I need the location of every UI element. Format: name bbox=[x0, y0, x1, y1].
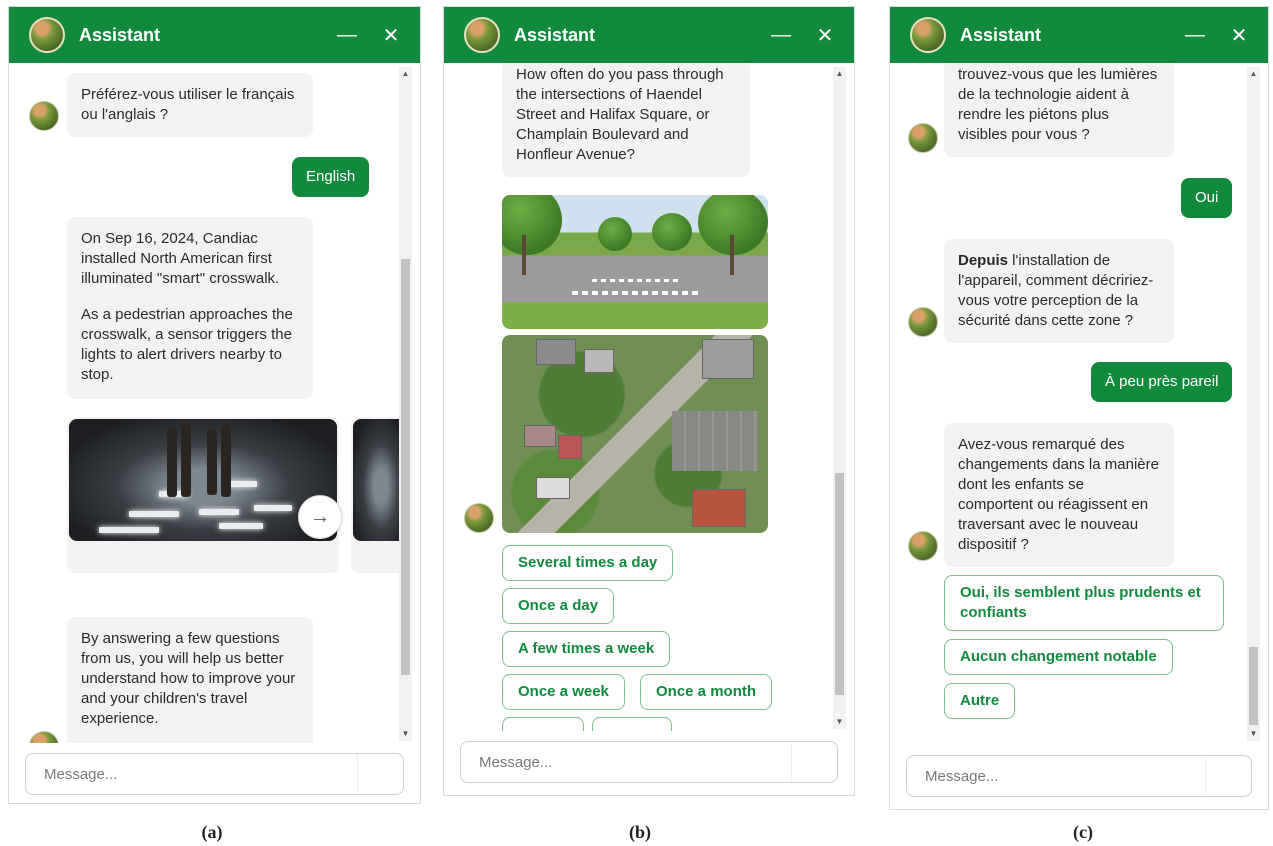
chat-body[interactable]: How often do you pass through the inters… bbox=[444, 63, 854, 731]
quick-reply-button[interactable]: Once a day bbox=[502, 588, 615, 624]
quick-reply-button[interactable]: Autre bbox=[944, 683, 1016, 719]
assistant-avatar bbox=[908, 123, 938, 153]
minimize-icon[interactable]: — bbox=[334, 24, 360, 47]
assistant-message: How often do you pass through the inters… bbox=[502, 63, 750, 177]
scroll-down-icon[interactable]: ▼ bbox=[833, 715, 846, 729]
chat-panel-b: Assistant — ✕ How often do you pass thro… bbox=[443, 6, 855, 796]
send-area[interactable] bbox=[791, 742, 837, 782]
chat-title: Assistant bbox=[514, 24, 596, 45]
chat-panel-c: Assistant — ✕ trouvez-vous que les lumiè… bbox=[889, 6, 1269, 810]
scrollbar[interactable]: ▲ ▼ bbox=[399, 67, 412, 741]
message-paragraph: As a pedestrian approaches the crosswalk… bbox=[81, 306, 293, 383]
quick-reply-button[interactable]: Several times a day bbox=[502, 545, 674, 581]
message-text: Avez-vous remarqué des changements dans … bbox=[958, 436, 1159, 553]
assistant-message: Depuis l'installation de l'appareil, com… bbox=[944, 239, 1174, 343]
scroll-up-icon[interactable]: ▲ bbox=[833, 67, 846, 81]
assistant-avatar bbox=[464, 17, 500, 53]
minimize-icon[interactable]: — bbox=[768, 24, 794, 47]
close-icon[interactable]: ✕ bbox=[1226, 23, 1252, 48]
arrow-right-icon[interactable]: → bbox=[298, 495, 342, 539]
quick-reply-button[interactable]: Aucun changement notable bbox=[944, 639, 1173, 675]
message-input[interactable] bbox=[477, 752, 821, 772]
chat-title: Assistant bbox=[960, 24, 1042, 45]
message-text: À peu près pareil bbox=[1105, 373, 1219, 390]
message-input[interactable] bbox=[923, 766, 1235, 786]
message-text: How often do you pass through the inters… bbox=[516, 66, 724, 163]
aerial-map-image bbox=[502, 335, 768, 533]
chat-header: Assistant — ✕ bbox=[444, 7, 854, 63]
assistant-message: Préférez-vous utiliser le français ou l'… bbox=[67, 73, 313, 137]
assistant-avatar bbox=[29, 101, 59, 131]
assistant-avatar bbox=[29, 17, 65, 53]
message-paragraph: On Sep 16, 2024, Candiac installed North… bbox=[81, 230, 280, 287]
assistant-avatar bbox=[29, 731, 59, 743]
quick-reply-button[interactable]: Oui, ils semblent plus prudents et confi… bbox=[944, 575, 1224, 631]
figure-caption: (a) bbox=[201, 822, 223, 842]
street-view-image bbox=[502, 195, 768, 329]
scroll-up-icon[interactable]: ▲ bbox=[1247, 67, 1260, 81]
minimize-icon[interactable]: — bbox=[1182, 24, 1208, 47]
figure-caption: (c) bbox=[1073, 822, 1093, 842]
scrollbar[interactable]: ▲ ▼ bbox=[833, 67, 846, 729]
quick-reply-button[interactable]: Once a week bbox=[502, 674, 625, 710]
assistant-avatar bbox=[464, 503, 494, 533]
message-text: English bbox=[306, 168, 356, 185]
message-text: By answering a few questions from us, yo… bbox=[81, 630, 296, 727]
scrollbar[interactable]: ▲ ▼ bbox=[1247, 67, 1260, 741]
message-input[interactable] bbox=[42, 764, 387, 784]
user-message: English bbox=[292, 157, 370, 197]
scroll-up-icon[interactable]: ▲ bbox=[399, 67, 412, 81]
assistant-avatar bbox=[910, 17, 946, 53]
close-icon[interactable]: ✕ bbox=[378, 23, 404, 48]
assistant-avatar bbox=[908, 307, 938, 337]
assistant-message: By answering a few questions from us, yo… bbox=[67, 617, 313, 743]
user-message: À peu près pareil bbox=[1091, 362, 1233, 402]
chat-body[interactable]: trouvez-vous que les lumières de la tech… bbox=[890, 63, 1268, 743]
chat-body[interactable]: Préférez-vous utiliser le français ou l'… bbox=[9, 63, 420, 743]
quick-reply-button[interactable] bbox=[502, 717, 584, 731]
assistant-avatar bbox=[908, 531, 938, 561]
quick-reply-button[interactable]: Once a month bbox=[640, 674, 773, 710]
assistant-message: On Sep 16, 2024, Candiac installed North… bbox=[67, 217, 313, 399]
scroll-down-icon[interactable]: ▼ bbox=[399, 727, 412, 741]
message-text: Oui bbox=[1195, 189, 1219, 206]
assistant-message: Avez-vous remarqué des changements dans … bbox=[944, 423, 1174, 567]
chat-header: Assistant — ✕ bbox=[9, 7, 420, 63]
send-area[interactable] bbox=[357, 754, 403, 794]
scroll-thumb[interactable] bbox=[1249, 647, 1258, 725]
message-input-box[interactable] bbox=[906, 755, 1252, 797]
quick-reply-button[interactable]: A few times a week bbox=[502, 631, 671, 667]
close-icon[interactable]: ✕ bbox=[812, 23, 838, 48]
message-text: trouvez-vous que les lumières de la tech… bbox=[958, 66, 1158, 143]
scroll-thumb[interactable] bbox=[835, 473, 844, 695]
quick-reply-button[interactable] bbox=[592, 717, 672, 731]
send-area[interactable] bbox=[1205, 756, 1251, 796]
chat-panel-a: Assistant — ✕ Préférez-vous utiliser le … bbox=[8, 6, 421, 804]
bold-text: Depuis bbox=[958, 252, 1009, 269]
carousel-card bbox=[67, 417, 339, 573]
message-text: Préférez-vous utiliser le français ou l'… bbox=[81, 86, 295, 123]
chat-header: Assistant — ✕ bbox=[890, 7, 1268, 63]
assistant-message: trouvez-vous que les lumières de la tech… bbox=[944, 63, 1174, 157]
crosswalk-night-image bbox=[69, 419, 337, 541]
user-message: Oui bbox=[1181, 178, 1233, 218]
scroll-thumb[interactable] bbox=[401, 259, 410, 675]
message-input-box[interactable] bbox=[460, 741, 838, 783]
scroll-down-icon[interactable]: ▼ bbox=[1247, 727, 1260, 741]
figure-caption: (b) bbox=[629, 822, 651, 842]
message-text: Depuis l'installation de l'appareil, com… bbox=[958, 251, 1160, 331]
message-input-box[interactable] bbox=[25, 753, 404, 795]
chat-title: Assistant bbox=[79, 24, 161, 45]
